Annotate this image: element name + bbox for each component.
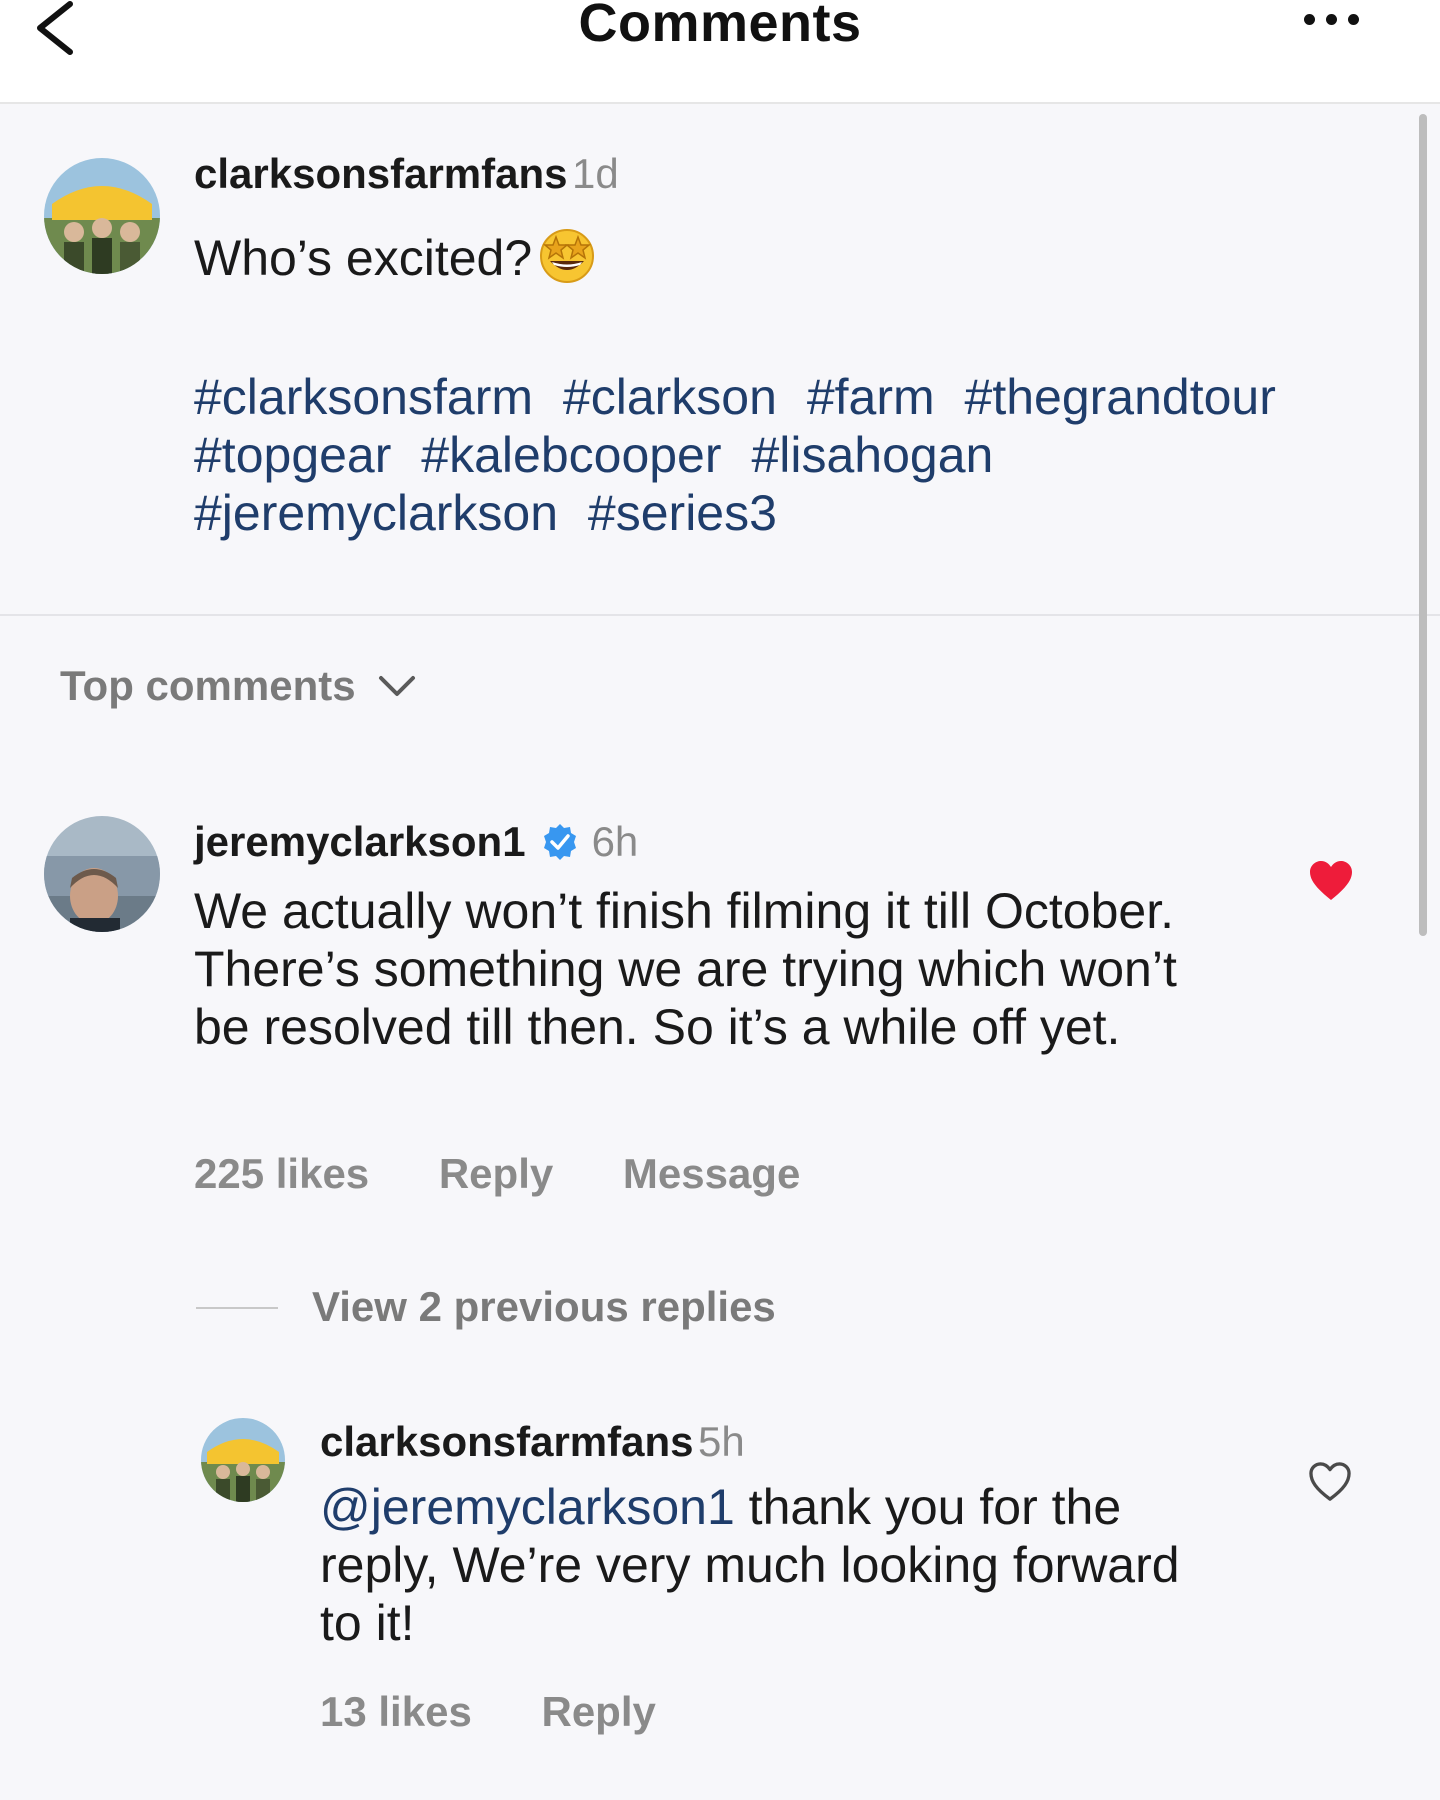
post-header: clarksonsfarmfans 1d <box>194 150 619 198</box>
hashtag-link[interactable]: #jeremyclarkson <box>194 485 558 541</box>
heart-filled-icon <box>1310 861 1352 900</box>
avatar[interactable] <box>44 816 160 932</box>
reply-actions: 13 likes Reply <box>320 1688 714 1736</box>
like-button[interactable] <box>1308 860 1354 907</box>
hashtag-link[interactable]: #farm <box>807 369 935 425</box>
avatar[interactable] <box>44 158 160 274</box>
more-horizontal-icon <box>1304 14 1315 25</box>
comment-text: We actually won’t finish filming it till… <box>194 883 1177 1055</box>
sort-dropdown[interactable]: Top comments <box>60 660 416 710</box>
reply-header: clarksonsfarmfans 5h <box>320 1418 745 1466</box>
hashtag-link[interactable]: #lisahogan <box>751 427 993 483</box>
chevron-down-icon <box>378 660 416 708</box>
post-text-body: Who’s excited? <box>194 230 533 286</box>
comment-timestamp: 6h <box>591 818 639 865</box>
hashtag-link[interactable]: #kalebcooper <box>421 427 721 483</box>
reply-button[interactable]: Reply <box>439 1150 553 1197</box>
message-button[interactable]: Message <box>623 1150 800 1197</box>
post-hashtags: #clarksonsfarm #clarkson #farm #thegrand… <box>194 368 1344 542</box>
hashtag-link[interactable]: #series3 <box>588 485 777 541</box>
mention-link[interactable]: @jeremyclarkson1 <box>320 1479 735 1535</box>
star-struck-emoji-icon <box>536 225 598 295</box>
post-text: Who’s excited? <box>194 225 598 295</box>
hashtag-link[interactable]: #clarksonsfarm <box>194 369 533 425</box>
scrollbar[interactable] <box>1419 114 1427 936</box>
top-bar: Comments <box>0 0 1440 104</box>
post-timestamp: 1d <box>571 150 619 197</box>
page-title: Comments <box>578 0 862 53</box>
view-replies-label: View 2 previous replies <box>312 1283 776 1330</box>
likes-count[interactable]: 13 likes <box>320 1688 472 1735</box>
hashtag-link[interactable]: #clarkson <box>563 369 777 425</box>
avatar[interactable] <box>201 1418 285 1502</box>
more-options-button[interactable] <box>1304 8 1368 32</box>
view-previous-replies[interactable]: View 2 previous replies <box>196 1283 776 1331</box>
sort-label: Top comments <box>60 662 356 709</box>
hashtag-link[interactable]: #topgear <box>194 427 391 483</box>
verified-badge-icon <box>540 822 580 867</box>
reply-thread-line <box>196 1307 278 1309</box>
comment-header: jeremyclarkson1 6h <box>194 818 638 867</box>
heart-outline-icon <box>1309 1462 1351 1501</box>
reply-username[interactable]: clarksonsfarmfans <box>320 1418 694 1465</box>
like-button[interactable] <box>1308 1462 1352 1507</box>
reply-text: @jeremyclarkson1 thank you for the reply… <box>320 1478 1220 1652</box>
post-username[interactable]: clarksonsfarmfans <box>194 150 568 197</box>
comment-actions: 225 likes Reply Message <box>194 1150 858 1198</box>
likes-count[interactable]: 225 likes <box>194 1150 369 1197</box>
comment-username[interactable]: jeremyclarkson1 <box>194 818 526 865</box>
reply-timestamp: 5h <box>697 1418 745 1465</box>
reply-button[interactable]: Reply <box>541 1688 655 1735</box>
hashtag-link[interactable]: #thegrandtour <box>965 369 1276 425</box>
